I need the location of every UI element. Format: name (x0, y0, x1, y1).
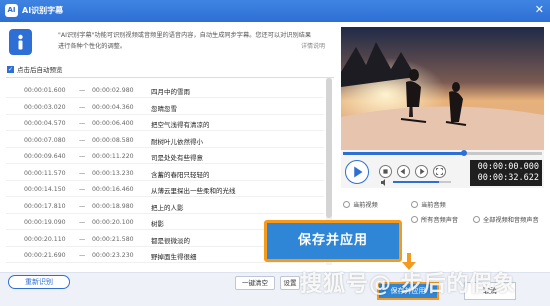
subtitle-end: 00:00:16.460 (92, 186, 134, 193)
subtitle-row[interactable]: 00:00:04.570 — 00:00:06.400 把空气浅得有清凉的 (6, 115, 324, 131)
volume-icon[interactable] (381, 179, 389, 186)
stop-button[interactable] (379, 165, 392, 178)
autoplay-checkbox[interactable]: ✓ 点击后自动预览 (7, 64, 63, 74)
subtitle-row[interactable]: 00:00:07.080 — 00:00:08.580 耐树叶儿依然得小 (6, 132, 324, 148)
option-current-audio[interactable]: 当前音频 (411, 200, 446, 209)
time-separator: — (79, 219, 86, 226)
subtitle-start: 00:00:11.570 (24, 169, 66, 177)
subtitle-start: 00:00:14.150 (24, 186, 66, 193)
option-all-video-audio[interactable]: 全部视频和音频声音 (473, 215, 539, 224)
details-link[interactable]: 详情说明 (301, 41, 325, 50)
subtitle-text[interactable]: 从薄云里探出一些柔和的光线 (151, 185, 236, 195)
autoplay-label: 点击后自动预览 (17, 66, 63, 74)
subtitle-text[interactable]: 四月中的雪雨 (151, 86, 190, 96)
subtitle-end: 00:00:18.980 (92, 202, 134, 210)
subtitle-end: 00:00:23.230 (92, 252, 134, 259)
time-current: 00:00:00.000 (477, 162, 539, 172)
option-current-video[interactable]: 当前视频 (343, 200, 378, 209)
subtitle-end: 00:00:04.360 (92, 103, 134, 111)
time-separator: — (79, 136, 86, 144)
subtitle-end: 00:00:13.230 (92, 169, 134, 177)
volume-fill (393, 181, 440, 183)
subtitle-end: 00:00:02.980 (92, 87, 134, 94)
video-frame (341, 27, 544, 150)
option-all-audio[interactable]: 所有音频声音 (411, 215, 458, 224)
clear-all-button[interactable]: 一键清空 (235, 276, 275, 290)
subtitle-start: 00:00:03.020 (24, 103, 66, 111)
option-label: 当前音频 (421, 202, 446, 209)
subtitle-start: 00:00:20.110 (24, 235, 66, 243)
time-total: 00:00:32.622 (477, 173, 539, 183)
subtitle-text[interactable]: 把上的人影 (151, 202, 184, 212)
volume-slider[interactable] (393, 181, 451, 183)
subtitle-start: 00:00:07.080 (24, 136, 66, 144)
time-separator: — (79, 120, 86, 127)
subtitle-row[interactable]: 00:00:01.600 — 00:00:02.980 四月中的雪雨 (6, 82, 324, 98)
time-separator: — (79, 87, 86, 94)
subtitle-row[interactable]: 00:00:11.570 — 00:00:13.230 含蓄的春阳只轻轻的 (6, 165, 324, 181)
subtitle-end: 00:00:20.100 (92, 219, 134, 226)
subtitle-start: 00:00:19.090 (24, 219, 66, 226)
close-icon[interactable]: ✕ (535, 4, 544, 16)
time-separator: — (79, 103, 86, 111)
time-separator: — (79, 186, 86, 193)
subtitle-text[interactable]: 都是很微淡的 (151, 235, 190, 245)
window-title: AI识别字幕 (22, 6, 64, 15)
time-separator: — (79, 252, 86, 259)
subtitle-text[interactable]: 耐树叶儿依然得小 (151, 136, 203, 146)
subtitle-start: 00:00:21.690 (24, 252, 66, 259)
re-recognize-button[interactable]: 重新识别 (8, 275, 70, 289)
radio-icon[interactable] (411, 201, 418, 208)
notice-text: "AI识别字幕"功能可识别视频或音频里的语音内容，自动生成同步字幕。您还可以对识… (58, 32, 312, 50)
option-label: 当前视频 (353, 202, 378, 209)
next-frame-button[interactable] (415, 165, 428, 178)
subtitle-start: 00:00:09.640 (24, 153, 66, 160)
option-label: 全部视频和音频声音 (483, 217, 539, 224)
prev-frame-button[interactable] (397, 165, 410, 178)
subtitle-text[interactable]: 司是处处有些得意 (151, 152, 203, 162)
subtitle-end: 00:00:08.580 (92, 136, 134, 144)
subtitle-start: 00:00:04.570 (24, 120, 66, 127)
subtitle-text[interactable]: 含蓄的春阳只轻轻的 (151, 169, 210, 179)
time-separator: — (79, 169, 86, 177)
save-apply-zoom-highlight: 保存并应用 (264, 220, 402, 262)
timeline-progress[interactable] (343, 150, 542, 156)
settings-button[interactable]: 设置 (280, 276, 300, 290)
subtitle-text[interactable]: 把空气浅得有清凉的 (151, 119, 210, 129)
subtitle-text[interactable]: 忽晴忽雪 (151, 103, 177, 113)
option-label: 所有音频声音 (421, 217, 459, 224)
play-button[interactable] (345, 160, 369, 184)
checkbox-checked-icon[interactable]: ✓ (7, 65, 14, 73)
subtitle-row[interactable]: 00:00:09.640 — 00:00:11.220 司是处处有些得意 (6, 148, 324, 164)
app-logo-icon: AI (5, 4, 18, 17)
fullscreen-button[interactable] (433, 165, 446, 178)
subtitle-end: 00:00:06.400 (92, 120, 134, 127)
time-separator: — (79, 202, 86, 210)
scrollbar-thumb[interactable] (326, 78, 332, 218)
subtitle-text[interactable]: 树影 (151, 218, 164, 228)
subtitle-start: 00:00:17.810 (24, 202, 66, 210)
player-controls: 00:00:00.000 00:00:32.622 (341, 150, 544, 188)
info-badge-icon (9, 29, 32, 55)
subtitle-row[interactable]: 00:00:17.810 — 00:00:18.980 把上的人影 (6, 198, 324, 214)
timeline-knob[interactable] (461, 150, 468, 156)
video-preview[interactable] (341, 27, 544, 150)
subtitle-start: 00:00:01.600 (24, 87, 66, 94)
time-separator: — (79, 153, 86, 160)
title-bar: AI AI识别字幕 ✕ (0, 0, 550, 22)
subtitle-end: 00:00:11.220 (92, 153, 134, 160)
time-display: 00:00:00.000 00:00:32.622 (470, 160, 542, 186)
subtitle-row[interactable]: 00:00:14.150 — 00:00:16.460 从薄云里探出一些柔和的光线 (6, 181, 324, 197)
radio-icon[interactable] (411, 216, 418, 223)
subtitle-text[interactable]: 野掉面生得很细 (151, 251, 197, 261)
time-separator: — (79, 235, 86, 243)
radio-icon[interactable] (473, 216, 480, 223)
subtitle-row[interactable]: 00:00:03.020 — 00:00:04.360 忽晴忽雪 (6, 99, 324, 115)
timeline-progress-fill (343, 152, 465, 155)
watermark: 搜狐号@ 步后的假象 (300, 272, 516, 297)
subtitle-end: 00:00:21.580 (92, 235, 134, 243)
radio-icon[interactable] (343, 201, 350, 208)
info-notice: "AI识别字幕"功能可识别视频或音频里的语音内容，自动生成同步字幕。您还可以对识… (6, 27, 331, 59)
